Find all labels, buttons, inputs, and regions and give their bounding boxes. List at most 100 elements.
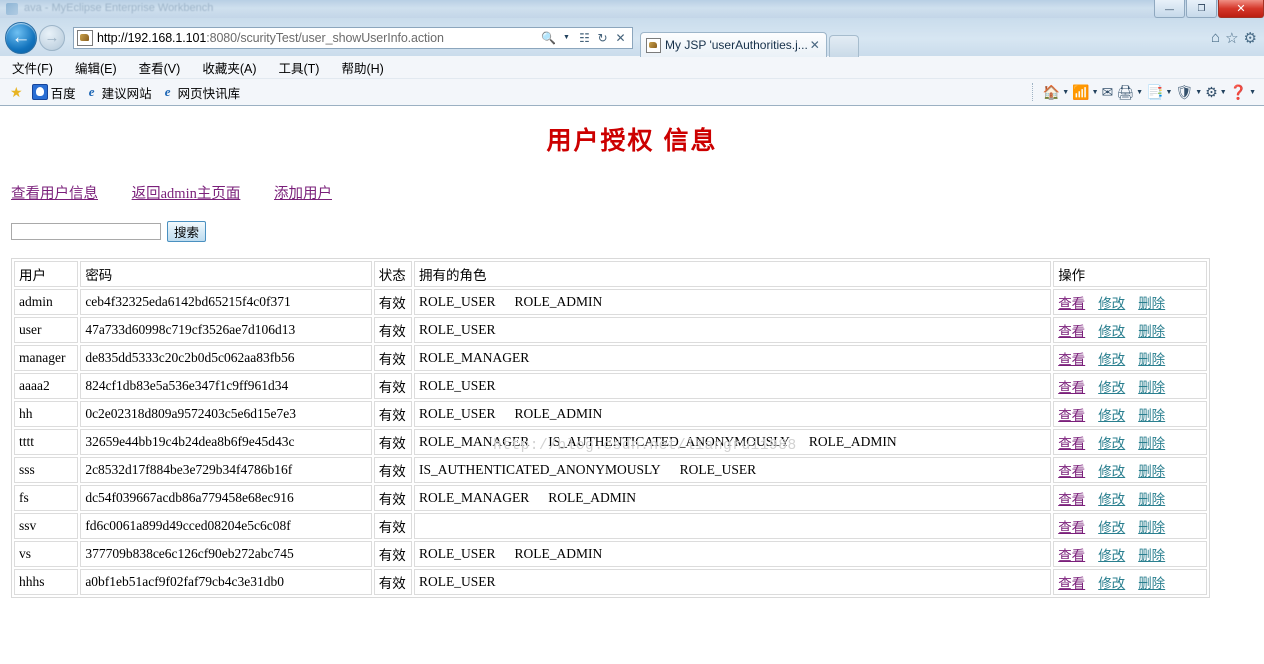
action-edit-link[interactable]: 修改 (1098, 352, 1125, 367)
menu-item-view[interactable]: 查看(V) (139, 58, 181, 77)
action-view-link[interactable]: 查看 (1058, 492, 1085, 507)
action-edit-link[interactable]: 修改 (1098, 464, 1125, 479)
link-view-user-info[interactable]: 查看用户信息 (11, 186, 98, 202)
action-delete-link[interactable]: 删除 (1138, 464, 1165, 479)
cell-password: ceb4f32325eda6142bd65215f4c0f371 (80, 289, 371, 315)
role-badge: ROLE_ADMIN (548, 490, 636, 505)
menu-item-edit[interactable]: 编辑(E) (75, 58, 117, 77)
cell-roles: ROLE_USERROLE_ADMIN (414, 541, 1051, 567)
link-back-to-admin-home[interactable]: 返回admin主页面 (132, 186, 241, 202)
print-icon[interactable]: 🖨▼ (1116, 85, 1143, 99)
tools-gear-icon[interactable]: ⚙ (1244, 29, 1257, 47)
action-view-link[interactable]: 查看 (1058, 408, 1085, 423)
search-icon[interactable]: 🔍 (540, 29, 557, 47)
search-button[interactable]: 搜索 (167, 221, 206, 242)
action-delete-link[interactable]: 删除 (1138, 548, 1165, 563)
action-edit-link[interactable]: 修改 (1098, 436, 1125, 451)
action-view-link[interactable]: 查看 (1058, 464, 1085, 479)
link-add-user[interactable]: 添加用户 (274, 186, 332, 202)
cell-state: 有效 (374, 289, 412, 315)
favorites-star-icon[interactable]: ☆ (1225, 29, 1238, 47)
action-edit-link[interactable]: 修改 (1098, 380, 1125, 395)
safety-shield-icon[interactable]: 🛡▼ (1175, 85, 1202, 99)
cell-password: dc54f039667acdb86a779458e68ec916 (80, 485, 371, 511)
menu-item-help[interactable]: 帮助(H) (341, 58, 383, 77)
cell-password: 32659e44bb19c4b24dea8b6f9e45d43c (80, 429, 371, 455)
tools-gear-icon[interactable]: ⚙▼ (1205, 85, 1227, 99)
home-icon[interactable]: 🏠▼ (1043, 85, 1069, 99)
chevron-down-icon[interactable]: ▼ (558, 29, 575, 47)
action-delete-link[interactable]: 删除 (1138, 352, 1165, 367)
rss-feed-icon[interactable]: 📶▼ (1072, 85, 1098, 99)
action-delete-link[interactable]: 删除 (1138, 492, 1165, 507)
search-input[interactable] (11, 223, 161, 240)
new-tab-button[interactable] (829, 35, 859, 57)
action-edit-link[interactable]: 修改 (1098, 296, 1125, 311)
action-view-link[interactable]: 查看 (1058, 324, 1085, 339)
action-view-link[interactable]: 查看 (1058, 380, 1085, 395)
restore-button[interactable]: ❐ (1186, 0, 1217, 18)
role-badge: ROLE_ADMIN (514, 546, 602, 561)
tab-close-icon[interactable]: ✕ (808, 38, 822, 52)
cell-password: de835dd5333c20c2b0d5c062aa83fb56 (80, 345, 371, 371)
action-edit-link[interactable]: 修改 (1098, 324, 1125, 339)
cell-user: tttt (14, 429, 78, 455)
favorite-suggested-sites[interactable]: e 建议网站 (85, 83, 152, 102)
table-row: managerde835dd5333c20c2b0d5c062aa83fb56有… (14, 345, 1207, 371)
back-button[interactable]: ← (5, 22, 37, 54)
favorite-baidu[interactable]: 百度 (32, 83, 76, 102)
menu-item-tools[interactable]: 工具(T) (278, 58, 319, 77)
action-delete-link[interactable]: 删除 (1138, 408, 1165, 423)
compatibility-view-icon[interactable]: ☷ (576, 29, 593, 47)
address-bar[interactable]: http://192.168.1.101:8080/scurityTest/us… (73, 27, 633, 49)
favorite-label: 建议网站 (102, 83, 152, 102)
tab-user-authorities[interactable]: My JSP 'userAuthorities.j... ✕ (640, 32, 827, 57)
close-button[interactable]: ✕ (1218, 0, 1264, 18)
role-badge: ROLE_ADMIN (809, 434, 897, 449)
action-delete-link[interactable]: 删除 (1138, 324, 1165, 339)
tab-label: My JSP 'userAuthorities.j... (665, 38, 808, 52)
favorite-web-slice-gallery[interactable]: e 网页快讯库 (161, 83, 241, 102)
action-edit-link[interactable]: 修改 (1098, 576, 1125, 591)
action-view-link[interactable]: 查看 (1058, 436, 1085, 451)
action-delete-link[interactable]: 删除 (1138, 380, 1165, 395)
cell-user: hh (14, 401, 78, 427)
refresh-icon[interactable]: ↻ (594, 29, 611, 47)
action-view-link[interactable]: 查看 (1058, 352, 1085, 367)
action-edit-link[interactable]: 修改 (1098, 548, 1125, 563)
page-content: 用户授权 信息 查看用户信息 返回admin主页面 添加用户 搜索 http:/… (0, 106, 1264, 663)
cell-state: 有效 (374, 345, 412, 371)
favorite-label: 网页快讯库 (178, 83, 241, 102)
action-delete-link[interactable]: 删除 (1138, 520, 1165, 535)
cell-user: manager (14, 345, 78, 371)
cell-user: aaaa2 (14, 373, 78, 399)
action-view-link[interactable]: 查看 (1058, 520, 1085, 535)
ie-icon: e (85, 85, 99, 99)
browser-window: ava - MyEclipse Enterprise Workbench — ❐… (0, 0, 1264, 664)
address-url-host: http://192.168.1.101 (97, 31, 206, 45)
page-icon[interactable]: 📑▼ (1146, 85, 1172, 99)
cell-operations: 查看修改删除 (1053, 457, 1207, 483)
home-icon[interactable]: ⌂ (1211, 29, 1220, 46)
action-edit-link[interactable]: 修改 (1098, 408, 1125, 423)
tab-favicon-icon (646, 38, 661, 53)
add-favorite-star-icon[interactable]: ★ (10, 85, 23, 99)
help-icon[interactable]: ❓▼ (1230, 85, 1256, 99)
action-delete-link[interactable]: 删除 (1138, 296, 1165, 311)
action-delete-link[interactable]: 删除 (1138, 436, 1165, 451)
minimize-button[interactable]: — (1154, 0, 1185, 18)
nav-right-icons: ⌂ ☆ ⚙ (1211, 29, 1264, 47)
action-view-link[interactable]: 查看 (1058, 296, 1085, 311)
action-edit-link[interactable]: 修改 (1098, 520, 1125, 535)
page-nav-links: 查看用户信息 返回admin主页面 添加用户 (0, 182, 1264, 203)
action-view-link[interactable]: 查看 (1058, 548, 1085, 563)
menu-item-favorites[interactable]: 收藏夹(A) (202, 58, 256, 77)
forward-button[interactable]: → (39, 25, 65, 51)
action-delete-link[interactable]: 删除 (1138, 576, 1165, 591)
menu-item-file[interactable]: 文件(F) (12, 58, 53, 77)
stop-icon[interactable]: ✕ (612, 29, 629, 47)
mail-icon[interactable]: ✉ (1102, 85, 1114, 99)
action-view-link[interactable]: 查看 (1058, 576, 1085, 591)
action-edit-link[interactable]: 修改 (1098, 492, 1125, 507)
table-header-row: 用户 密码 状态 拥有的角色 操作 (14, 261, 1207, 287)
